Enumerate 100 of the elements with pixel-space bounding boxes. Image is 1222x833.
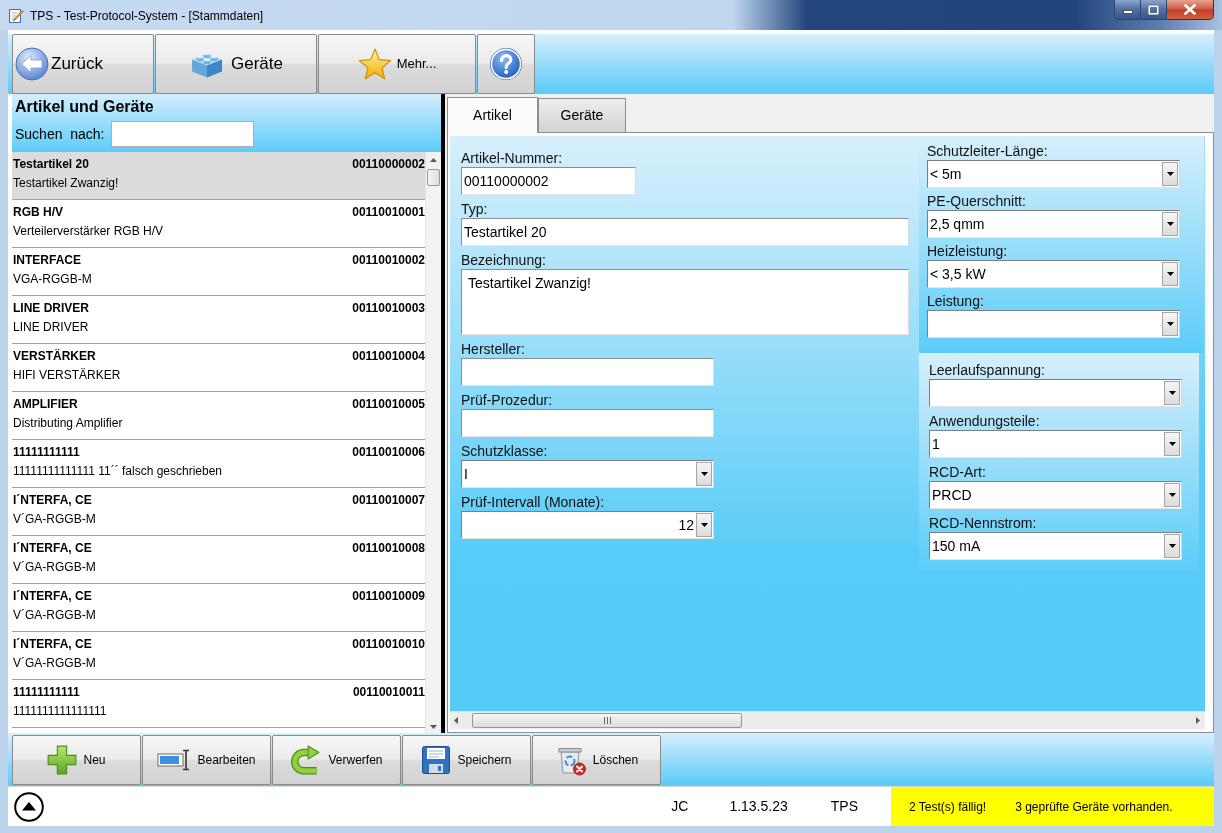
caret-icon: [1162, 162, 1178, 186]
item-description: V´GA-RGGB-M: [13, 511, 96, 528]
select-field[interactable]: PRCD: [929, 481, 1182, 509]
search-field[interactable]: [110, 121, 254, 147]
text-area[interactable]: Testartikel Zwanzig!: [461, 269, 909, 335]
app-name: TPS: [830, 797, 858, 816]
field-label: Leerlaufspannung:: [929, 361, 1045, 379]
item-description: Verteilerverstärker RGB H/V: [13, 223, 164, 240]
close-button[interactable]: [1167, 0, 1214, 20]
item-name: LINE DRIVER: [13, 300, 89, 317]
version-text: 1.13.5.23: [729, 797, 788, 816]
scroll-thumb[interactable]: [472, 713, 742, 728]
item-number: 00110010008: [352, 540, 425, 557]
alert-text: 3 geprüfte Geräte vorhanden.: [1015, 798, 1173, 816]
text-cursor-icon: [157, 749, 192, 771]
item-name: INTERFACE: [13, 252, 81, 269]
field-label: Schutzleiter-Länge:: [927, 142, 1048, 160]
item-number: 00110010010: [352, 636, 425, 653]
field-label: Typ:: [461, 200, 488, 218]
caret-icon: [1162, 312, 1178, 336]
item-description: V´GA-RGGB-M: [13, 607, 96, 624]
caret-right-icon: [1196, 717, 1200, 724]
field-label: Bezeichnung:: [461, 251, 546, 269]
item-number: 00110000002: [352, 156, 425, 173]
action-button[interactable]: Neu: [12, 735, 141, 785]
item-name: Testartikel 20: [13, 156, 89, 173]
close-icon: [1184, 4, 1196, 15]
field-label: Artikel-Nummer:: [461, 149, 563, 167]
item-description: V´GA-RGGB-M: [13, 559, 96, 576]
plus-icon: [47, 745, 78, 775]
select-field[interactable]: 12: [461, 511, 714, 539]
item-number: 00110010001: [352, 204, 425, 221]
back-button[interactable]: Zurück: [12, 34, 154, 94]
item-name: I´NTERFA, CE: [13, 540, 92, 557]
caret-icon: [1162, 262, 1178, 286]
caret-icon: [1164, 534, 1180, 558]
panel-title: Artikel und Geräte: [15, 97, 154, 117]
item-number: 00110010009: [352, 588, 425, 605]
item-name: I´NTERFA, CE: [13, 636, 92, 653]
notepad-icon: [8, 8, 24, 24]
item-description: 11111111111111 11´´ falsch geschrieben: [13, 463, 223, 480]
action-button[interactable]: Verwerfen: [272, 735, 401, 785]
select-field[interactable]: [927, 310, 1180, 338]
text-field[interactable]: [461, 409, 714, 437]
window-title: TPS - Test-Protocol-System - [Stammdaten]: [30, 9, 264, 23]
select-field[interactable]: 150 mA: [929, 532, 1182, 560]
select-field[interactable]: [929, 379, 1182, 407]
text-field[interactable]: Testartikel 20: [461, 218, 909, 246]
more-button[interactable]: Mehr...: [318, 34, 476, 94]
select-field[interactable]: I: [461, 460, 714, 488]
item-description: V´GA-RGGB-M: [13, 655, 96, 672]
maximize-button[interactable]: [1141, 0, 1167, 20]
scroll-thumb[interactable]: [427, 169, 440, 186]
field-label: Prüf-Prozedur:: [461, 391, 553, 409]
help-icon: [489, 47, 523, 81]
star-icon: [357, 48, 392, 80]
item-name: RGB H/V: [13, 204, 63, 221]
field-label: RCD-Art:: [929, 463, 986, 481]
item-name: I´NTERFA, CE: [13, 492, 92, 509]
search-label: Suchen nach:: [15, 124, 105, 144]
caret-icon: [696, 513, 712, 537]
text-field[interactable]: [461, 358, 714, 386]
field-label: Prüf-Intervall (Monate):: [461, 493, 605, 511]
user-initials: JC: [671, 797, 689, 816]
caret-left-icon: [454, 717, 458, 724]
item-name: I´NTERFA, CE: [13, 588, 92, 605]
field-label: RCD-Nennstrom:: [929, 514, 1037, 532]
select-field[interactable]: < 5m: [927, 160, 1180, 188]
caret-icon: [1164, 381, 1180, 405]
item-number: 00110010004: [352, 348, 425, 365]
item-number: 00110010005: [352, 396, 425, 413]
action-button[interactable]: Löschen: [532, 735, 661, 785]
grip-icon: [603, 717, 611, 724]
item-description: LINE DRIVER: [13, 319, 89, 336]
select-field[interactable]: 2,5 qmm: [927, 210, 1180, 238]
field-label: Anwendungsteile:: [929, 412, 1040, 430]
minimize-button[interactable]: [1114, 0, 1141, 20]
help-button[interactable]: [477, 34, 535, 94]
item-description: HIFI VERSTÄRKER: [13, 367, 121, 384]
item-name: VERSTÄRKER: [13, 348, 96, 365]
action-button[interactable]: Bearbeiten: [142, 735, 271, 785]
select-field[interactable]: < 3,5 kW: [927, 260, 1180, 288]
text-field[interactable]: 00110000002: [461, 167, 636, 195]
field-label: Schutzklasse:: [461, 442, 548, 460]
select-field[interactable]: 1: [929, 430, 1182, 458]
tab[interactable]: Artikel: [447, 97, 538, 133]
minimize-icon: [1122, 10, 1133, 14]
item-number: 00110010011: [352, 684, 425, 701]
item-name: 11111111111: [13, 684, 80, 701]
item-name: AMPLIFIER: [13, 396, 78, 413]
item-description: Distributing Amplifier: [13, 415, 123, 432]
caret-icon: [1164, 432, 1180, 456]
field-label: Hersteller:: [461, 340, 525, 358]
list-item[interactable]: Testartikel 20 00110000002 Testartikel Zwanzig!: [12, 152, 425, 200]
tab[interactable]: Geräte: [538, 98, 626, 132]
action-button[interactable]: Speichern: [402, 735, 531, 785]
devices-button[interactable]: Geräte: [155, 34, 317, 94]
item-description: VGA-RGGB-M: [13, 271, 92, 288]
item-number: 00110010006: [352, 444, 425, 461]
field-label: Leistung:: [927, 292, 984, 310]
